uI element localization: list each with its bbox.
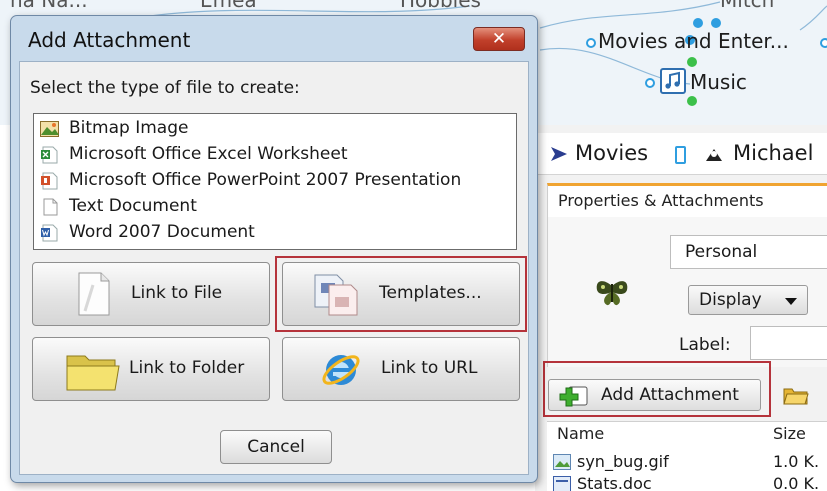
file-name: Stats.doc [577, 474, 652, 491]
file-name: syn_bug.gif [577, 452, 669, 471]
image-file-icon [553, 454, 571, 470]
map-node-movies[interactable]: Movies and Enter... [598, 29, 789, 53]
highlight-box-add-attachment [543, 361, 771, 417]
file-size: 1.0 K. [773, 452, 820, 471]
open-folder-icon[interactable] [783, 384, 809, 406]
node-handle-dot[interactable] [687, 96, 697, 106]
map-node-partial-2[interactable]: Emea [200, 0, 257, 12]
powerpoint-icon [40, 172, 60, 190]
close-button[interactable]: ✕ [473, 27, 525, 51]
display-label: Display [699, 290, 762, 310]
table-row[interactable]: Stats.doc 0.0 K. [547, 472, 827, 491]
movies-topic-icon [549, 145, 569, 167]
list-item-text-document[interactable]: Text Document [40, 194, 510, 220]
label-input[interactable] [750, 326, 827, 360]
node-handle-dot[interactable] [687, 57, 697, 67]
music-note-icon [660, 68, 686, 94]
node-connector-dot[interactable] [820, 38, 827, 48]
folder-icon [65, 350, 121, 396]
map-node-partial-1[interactable]: na Na... [10, 0, 88, 12]
list-item-label: Text Document [69, 196, 197, 216]
node-handle-dot[interactable] [711, 18, 721, 28]
file-type-list[interactable]: Bitmap Image Microsoft Office Excel Work… [33, 113, 517, 250]
word-file-icon [553, 476, 571, 491]
link-to-folder-button[interactable]: Link to Folder [32, 337, 270, 401]
dialog-body: Select the type of file to create: Bitma… [19, 61, 529, 475]
list-item-label: Word 2007 Document [69, 222, 255, 242]
link-to-file-button[interactable]: Link to File [32, 262, 270, 326]
display-dropdown[interactable]: Display [688, 285, 808, 315]
tab-properties-attachments[interactable]: Properties & Attachments [547, 183, 827, 217]
word-icon [40, 224, 60, 242]
node-connector-dot[interactable] [586, 38, 596, 48]
map-node-partial-3[interactable]: Hobbies [400, 0, 481, 12]
topic-separator-icon [675, 146, 686, 164]
file-icon [77, 271, 111, 321]
topic-properties-panel: Movies Michael Properties & Attachments … [535, 125, 827, 491]
butterfly-icon[interactable] [593, 278, 631, 308]
category-field[interactable]: Personal [670, 235, 827, 269]
tab-label: Properties & Attachments [558, 191, 764, 210]
list-item-excel[interactable]: Microsoft Office Excel Worksheet [40, 142, 510, 168]
node-connector-dot[interactable] [645, 78, 655, 88]
list-item-bitmap[interactable]: Bitmap Image [40, 116, 510, 142]
node-handle-dot[interactable] [693, 18, 703, 28]
dialog-title: Add Attachment [28, 28, 191, 52]
person-topic-link[interactable]: Michael [733, 141, 813, 165]
cancel-button[interactable]: Cancel [220, 430, 332, 464]
list-item-powerpoint[interactable]: Microsoft Office PowerPoint 2007 Present… [40, 168, 510, 194]
excel-icon [40, 146, 60, 164]
file-size: 0.0 K. [773, 474, 820, 491]
movies-topic-link[interactable]: Movies [575, 141, 648, 165]
text-document-icon [40, 198, 60, 216]
link-to-file-label: Link to File [131, 283, 223, 303]
add-attachment-dialog: Add Attachment ✕ Select the type of file… [10, 15, 538, 483]
map-node-music[interactable]: Music [690, 70, 747, 94]
map-node-partial-4[interactable]: Mitch [720, 0, 774, 12]
column-header-size[interactable]: Size [773, 424, 806, 443]
list-item-label: Microsoft Office Excel Worksheet [69, 144, 348, 164]
list-item-word[interactable]: Word 2007 Document [40, 220, 510, 246]
list-item-label: Microsoft Office PowerPoint 2007 Present… [69, 170, 462, 190]
topic-breadcrumb-bar: Movies Michael [535, 133, 827, 175]
chevron-down-icon [785, 298, 797, 305]
close-icon: ✕ [491, 29, 507, 49]
table-row[interactable]: syn_bug.gif 1.0 K. [547, 450, 827, 474]
cancel-label: Cancel [247, 437, 305, 457]
highlight-box-templates [275, 256, 527, 332]
link-to-folder-label: Link to Folder [129, 358, 245, 378]
link-to-url-button[interactable]: Link to URL [282, 337, 520, 401]
label-field-label: Label: [679, 335, 731, 355]
instruction-text: Select the type of file to create: [30, 78, 300, 98]
link-to-url-label: Link to URL [381, 358, 478, 378]
category-value: Personal [685, 242, 758, 262]
internet-explorer-icon [319, 348, 363, 396]
person-icon [703, 145, 725, 169]
bitmap-icon [40, 120, 60, 138]
column-header-name[interactable]: Name [557, 424, 604, 443]
list-item-label: Bitmap Image [69, 118, 189, 138]
attachments-table: Name Size syn_bug.gif 1.0 K. Stats.doc 0… [547, 421, 827, 491]
